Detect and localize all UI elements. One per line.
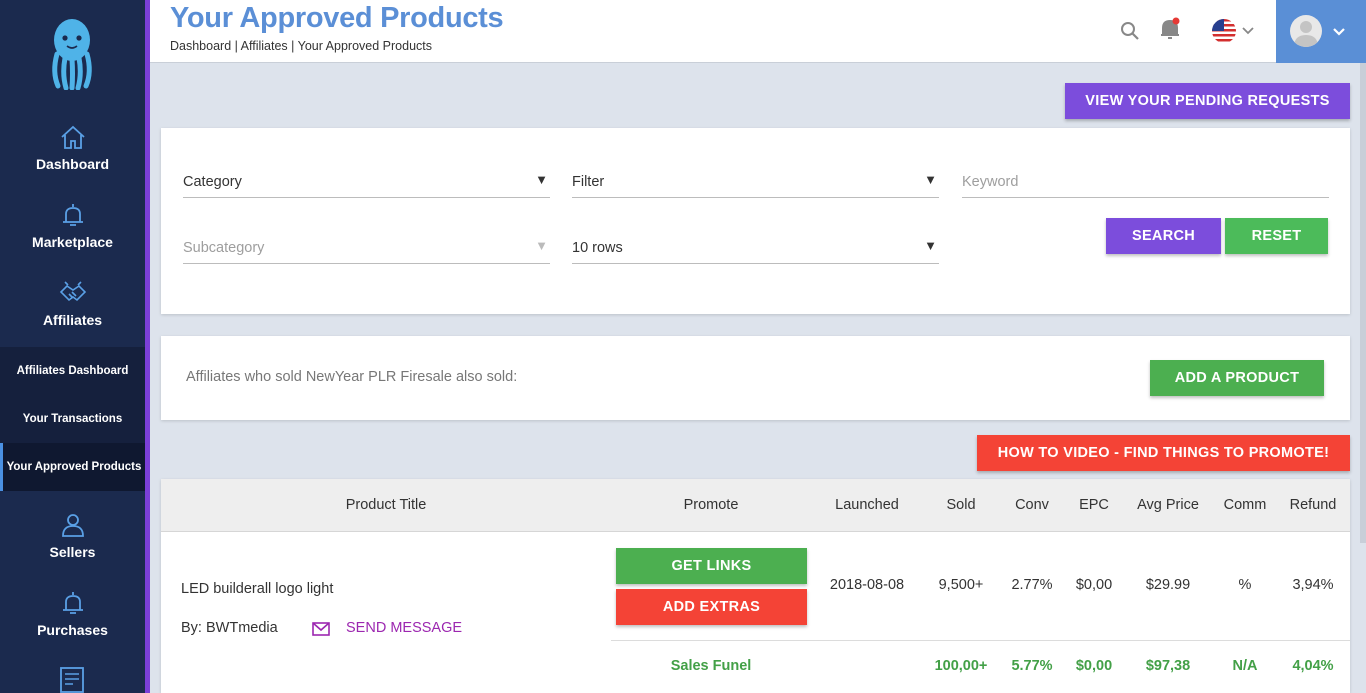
mail-icon[interactable] bbox=[312, 622, 330, 641]
funnel-avg-price: $97,38 bbox=[1145, 658, 1191, 674]
product-title[interactable]: LED builderall logo light bbox=[181, 581, 333, 597]
breadcrumb: Dashboard | Affiliates | Your Approved P… bbox=[170, 39, 432, 53]
handshake-icon bbox=[59, 280, 87, 306]
add-extras-button[interactable]: ADD EXTRAS bbox=[616, 589, 807, 625]
sales-funnel-label[interactable]: Sales Funel bbox=[651, 658, 771, 674]
subcategory-select[interactable]: Subcategory ▼ bbox=[183, 224, 550, 264]
row-divider bbox=[611, 640, 1350, 641]
column-header-sold[interactable]: Sold bbox=[926, 497, 996, 513]
keyword-input[interactable]: Keyword bbox=[962, 158, 1329, 198]
sidebar-item-marketplace[interactable]: Marketplace bbox=[0, 202, 145, 250]
notification-bell-icon[interactable] bbox=[1159, 17, 1181, 46]
category-select[interactable]: Category ▼ bbox=[183, 158, 550, 198]
funnel-sold: 100,00+ bbox=[934, 658, 988, 674]
bell-icon bbox=[59, 590, 87, 616]
view-pending-requests-button[interactable]: VIEW YOUR PENDING REQUESTS bbox=[1065, 83, 1350, 119]
sidebar-item-label: Marketplace bbox=[32, 234, 113, 250]
filter-select[interactable]: Filter ▼ bbox=[572, 158, 939, 198]
how-to-video-button[interactable]: HOW TO VIDEO - FIND THINGS TO PROMOTE! bbox=[977, 435, 1350, 471]
sidebar-item-label: Affiliates bbox=[42, 312, 103, 328]
sidebar: Dashboard Marketplace Affiliates Affilia… bbox=[0, 0, 145, 693]
home-icon bbox=[59, 124, 87, 150]
column-header-product-title[interactable]: Product Title bbox=[306, 497, 466, 513]
search-button[interactable]: SEARCH bbox=[1106, 218, 1221, 254]
column-header-conv[interactable]: Conv bbox=[1003, 497, 1061, 513]
bell-icon bbox=[59, 202, 87, 228]
top-header: Your Approved Products Dashboard | Affil… bbox=[150, 0, 1366, 63]
sidebar-item-label: Dashboard bbox=[35, 156, 110, 172]
commission: % bbox=[1238, 577, 1252, 593]
sidebar-subitem-transactions[interactable]: Your Transactions bbox=[0, 395, 145, 443]
sidebar-item-label: Purchases bbox=[37, 622, 108, 638]
sidebar-item-affiliates[interactable]: Affiliates bbox=[0, 280, 145, 328]
column-header-avg-price[interactable]: Avg Price bbox=[1128, 497, 1208, 513]
funnel-conv: 5.77% bbox=[1011, 658, 1053, 674]
column-header-epc[interactable]: EPC bbox=[1067, 497, 1121, 513]
sidebar-subitem-affiliates-dashboard[interactable]: Affiliates Dashboard bbox=[0, 347, 145, 395]
table-header: Product Title Promote Launched Sold Conv… bbox=[161, 479, 1350, 532]
sidebar-item-dashboard[interactable]: Dashboard bbox=[0, 124, 145, 172]
dropdown-arrow-icon: ▼ bbox=[924, 238, 937, 253]
sold-count: 9,500+ bbox=[938, 577, 984, 593]
send-message-link[interactable]: SEND MESSAGE bbox=[346, 620, 462, 636]
language-flag-us-icon[interactable] bbox=[1211, 18, 1257, 49]
product-seller: By: BWTmedia bbox=[181, 620, 278, 636]
funnel-comm: N/A bbox=[1232, 658, 1258, 674]
users-icon bbox=[59, 512, 87, 538]
page-title: Your Approved Products bbox=[170, 2, 504, 34]
dropdown-arrow-icon: ▼ bbox=[535, 172, 548, 187]
funnel-epc: $0,00 bbox=[1075, 658, 1113, 674]
avg-price: $29.99 bbox=[1145, 577, 1191, 593]
affiliates-sub-menu: Affiliates Dashboard Your Transactions Y… bbox=[0, 347, 145, 491]
dropdown-arrow-icon: ▼ bbox=[924, 172, 937, 187]
column-header-refund[interactable]: Refund bbox=[1283, 497, 1343, 513]
sidebar-accent-stripe bbox=[145, 0, 150, 693]
add-product-button[interactable]: ADD A PRODUCT bbox=[1150, 360, 1324, 396]
sidebar-item-label: Sellers bbox=[49, 544, 96, 560]
scrollbar[interactable] bbox=[1360, 63, 1366, 543]
also-sold-text: Affiliates who sold NewYear PLR Firesale… bbox=[186, 369, 518, 385]
filter-card: Category ▼ Filter ▼ Keyword Subcategory … bbox=[161, 128, 1350, 314]
sidebar-subitem-approved-products[interactable]: Your Approved Products bbox=[0, 443, 145, 491]
sidebar-item-sellers[interactable]: Sellers bbox=[0, 512, 145, 560]
epc-value: $0,00 bbox=[1075, 577, 1113, 593]
products-table: Product Title Promote Launched Sold Conv… bbox=[161, 479, 1350, 693]
column-header-comm[interactable]: Comm bbox=[1215, 497, 1275, 513]
get-links-button[interactable]: GET LINKS bbox=[616, 548, 807, 584]
reset-button[interactable]: RESET bbox=[1225, 218, 1328, 254]
octopus-logo[interactable] bbox=[48, 16, 96, 91]
launched-date: 2018-08-08 bbox=[829, 577, 905, 593]
dropdown-arrow-icon: ▼ bbox=[535, 238, 548, 253]
funnel-refund: 4,04% bbox=[1292, 658, 1334, 674]
chevron-down-icon bbox=[1332, 24, 1346, 42]
rows-per-page-select[interactable]: 10 rows ▼ bbox=[572, 224, 939, 264]
column-header-launched[interactable]: Launched bbox=[821, 497, 913, 513]
sidebar-item-purchases[interactable]: Purchases bbox=[0, 590, 145, 638]
search-icon[interactable] bbox=[1120, 21, 1140, 46]
document-icon[interactable] bbox=[59, 666, 85, 693]
refund-rate: 3,94% bbox=[1292, 577, 1334, 593]
user-menu[interactable] bbox=[1276, 0, 1366, 63]
also-sold-card: Affiliates who sold NewYear PLR Firesale… bbox=[161, 336, 1350, 420]
avatar bbox=[1290, 15, 1322, 47]
conversion-rate: 2.77% bbox=[1011, 577, 1053, 593]
column-header-promote[interactable]: Promote bbox=[651, 497, 771, 513]
